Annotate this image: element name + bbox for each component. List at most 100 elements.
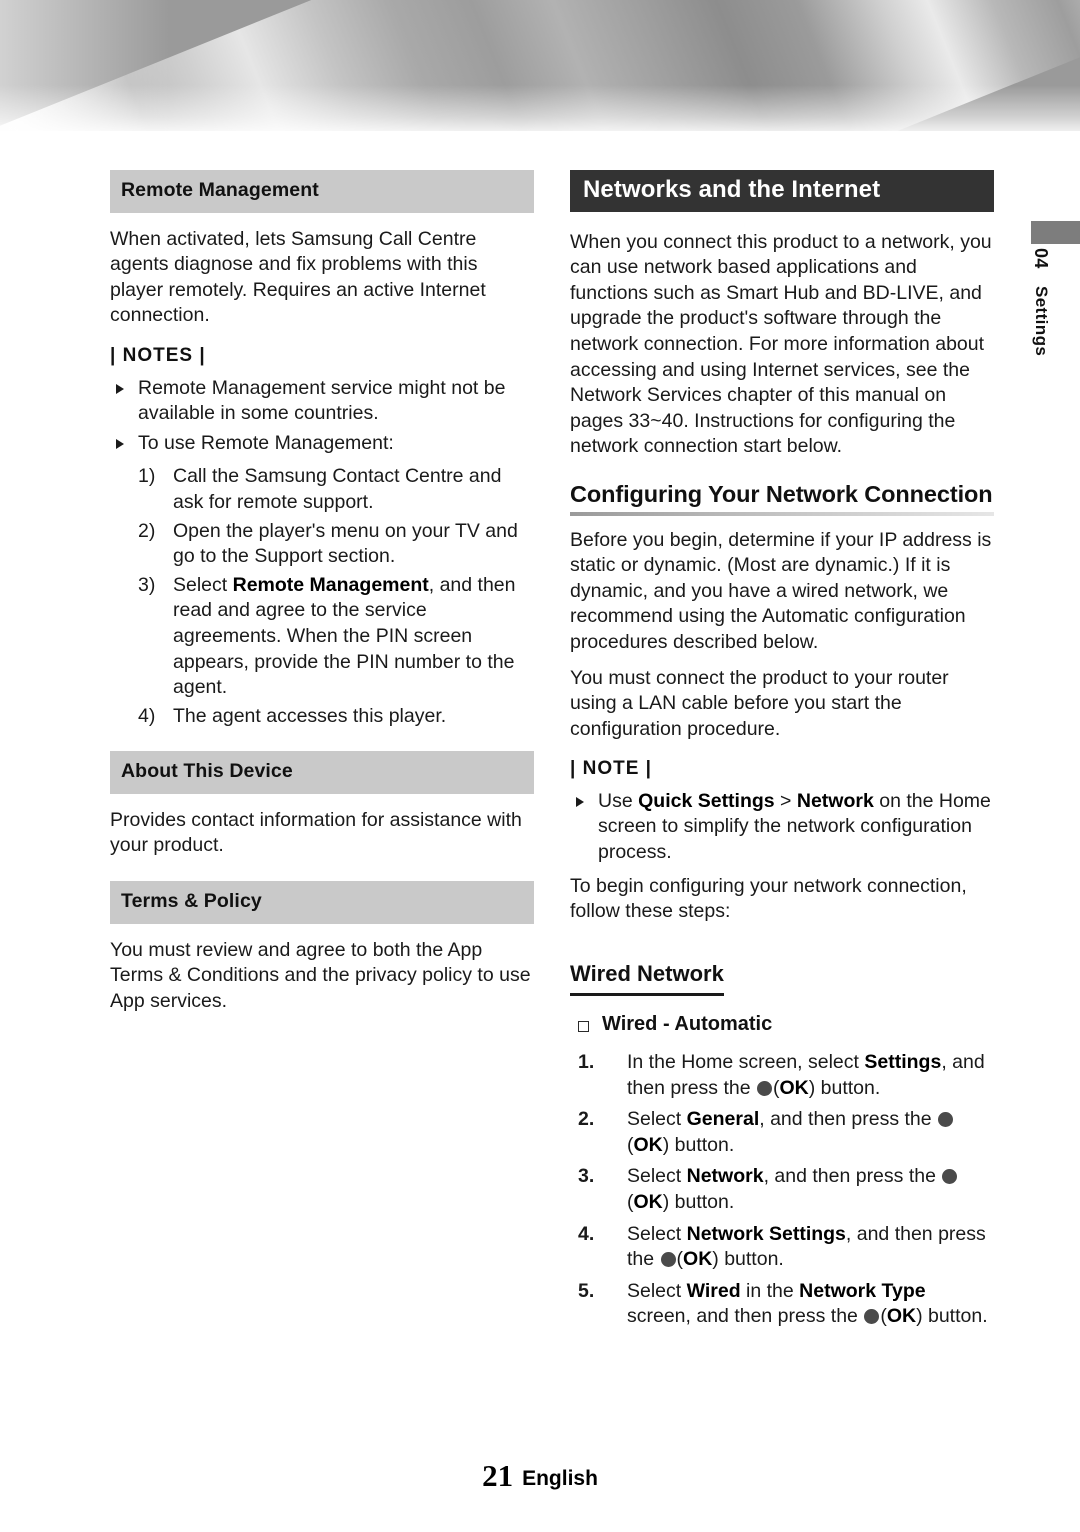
step-part1: In the Home screen, select [627,1051,865,1074]
note-separator: > [774,789,797,812]
step-number: 2. [578,1108,595,1131]
note-quick-settings: Quick Settings [638,789,775,812]
subheading-label: Wired - Automatic [602,1013,773,1036]
ok-button-icon [864,1309,880,1325]
triangle-bullet-icon [116,383,124,394]
left-column: Remote Management When activated, lets S… [110,170,534,1026]
step-bold2: OK [633,1133,663,1156]
step-part3: ) button. [916,1305,988,1328]
step-text: Open the player's menu on your TV and go… [173,519,518,568]
note-text-use: Use [598,789,639,812]
step-marker: 2) [138,519,156,542]
ok-button-icon [660,1252,676,1268]
ok-button-icon [757,1080,772,1096]
configuring-paragraph-3: To begin configuring your network connec… [570,874,967,923]
step-number: 4. [578,1222,595,1245]
step-text-bold: Remote Management [232,573,429,596]
step-number: 5. [578,1279,595,1302]
chapter-name: Settings [1032,285,1051,357]
heading-configuring-network-connection: Configuring Your Network Connection [570,480,993,507]
list-item: 1) Call the Samsung Contact Centre and a… [138,464,534,515]
step-part1: Select [627,1165,687,1188]
page-footer: 21 English [0,1458,1080,1494]
square-bullet-icon [578,1021,589,1033]
list-item: 3. Select Network, and then press the (O… [578,1164,994,1215]
about-this-device-paragraph: Provides contact information for assista… [110,808,522,857]
step-marker: 3) [138,573,156,596]
step-text-before: Select [173,573,233,596]
step-text: Call the Samsung Contact Centre and ask … [173,465,502,513]
list-item: 2) Open the player's menu on your TV and… [138,519,534,570]
step-bold1: Network [686,1165,764,1188]
wired-network-underline [570,993,724,997]
step-part1b: in the [740,1279,800,1302]
step-bold1: Settings [864,1051,942,1074]
wired-automatic-steps-list: 1. In the Home screen, select Settings , … [570,1050,994,1330]
list-item: 2. Select General, and then press the (O… [578,1107,994,1158]
page-number: 21 [482,1458,514,1493]
section-header-about-this-device: About This Device [110,751,534,794]
heading-wired-network: Wired Network [570,960,724,986]
section-header-remote-management: Remote Management [110,170,534,213]
step-bold2: OK [886,1305,917,1328]
list-item: 4. Select Network Settings, and then pre… [578,1222,994,1273]
step-part2: , and then press the [759,1108,938,1131]
remote-management-notes-list: Remote Management service might not be a… [110,376,534,457]
list-item: 3) Select Remote Management, and then re… [138,573,534,701]
configuring-paragraph-2: You must connect the product to your rou… [570,666,949,740]
page-language: English [522,1467,598,1490]
networks-intro-paragraph: When you connect this product to a netwo… [570,230,992,458]
step-part1: Select [627,1108,687,1131]
ok-button-icon [942,1169,958,1185]
step-marker: 4) [138,704,156,727]
configuring-paragraph-1: Before you begin, determine if your IP a… [570,528,992,653]
step-bold1: General [686,1108,760,1131]
step-part1: Select [627,1279,687,1302]
triangle-bullet-icon [576,796,584,807]
banner-bottom-fade [0,85,1080,131]
terms-policy-paragraph: You must review and agree to both the Ap… [110,938,531,1012]
ok-button-icon [938,1112,954,1128]
decorative-header-banner [0,0,1080,131]
step-bold2: OK [779,1076,809,1099]
step-bold2: OK [633,1191,663,1213]
note-text: To use Remote Management: [138,431,394,454]
step-part3: ) button. [712,1248,784,1271]
subheading-wired-automatic: Wired - Automatic [570,1012,994,1038]
step-bold1b: Network Type [799,1279,926,1302]
step-part2: screen, and then press the [627,1305,864,1328]
step-number: 3. [578,1165,595,1188]
step-marker: 1) [138,465,156,488]
step-text: The agent accesses this player. [173,704,447,727]
list-item: 1. In the Home screen, select Settings, … [578,1050,994,1101]
note-network: Network [796,789,874,812]
note-text: Remote Management service might not be a… [138,376,506,425]
step-part3: ) button. [808,1076,881,1099]
configuring-note-list: Use Quick Settings > Network on the Home… [570,789,994,866]
section-header-terms-policy: Terms & Policy [110,881,534,924]
notes-label-remote-management: | NOTES | [110,344,206,366]
triangle-bullet-icon [116,438,124,449]
chapter-side-tab: 04 Settings [1024,248,1058,356]
step-part3: ) button. [662,1191,735,1213]
heading-underline [570,511,994,516]
remote-management-steps-list: 1) Call the Samsung Contact Centre and a… [110,464,534,729]
chapter-number: 04 [1031,248,1051,269]
step-part2: , and then press the [763,1165,942,1188]
step-part3: ) button. [662,1133,735,1156]
chapter-tab-marker [1031,221,1080,244]
list-item: To use Remote Management: [110,431,534,457]
section-header-networks-and-internet: Networks and the Internet [570,170,994,212]
step-bold1: Wired [686,1279,741,1302]
right-column: Networks and the Internet When you conne… [570,170,994,1336]
list-item: 4) The agent accesses this player. [138,704,534,730]
step-part1: Select [627,1222,687,1245]
remote-management-paragraph: When activated, lets Samsung Call Centre… [110,227,486,327]
list-item: Remote Management service might not be a… [110,376,534,427]
step-bold2: OK [683,1248,713,1271]
list-item: Use Quick Settings > Network on the Home… [570,789,994,866]
note-label-configuring: | NOTE | [570,758,652,780]
list-item: 5. Select Wired in the Network Type scre… [578,1279,994,1330]
step-bold1: Network Settings [686,1222,846,1245]
step-number: 1. [578,1051,595,1074]
